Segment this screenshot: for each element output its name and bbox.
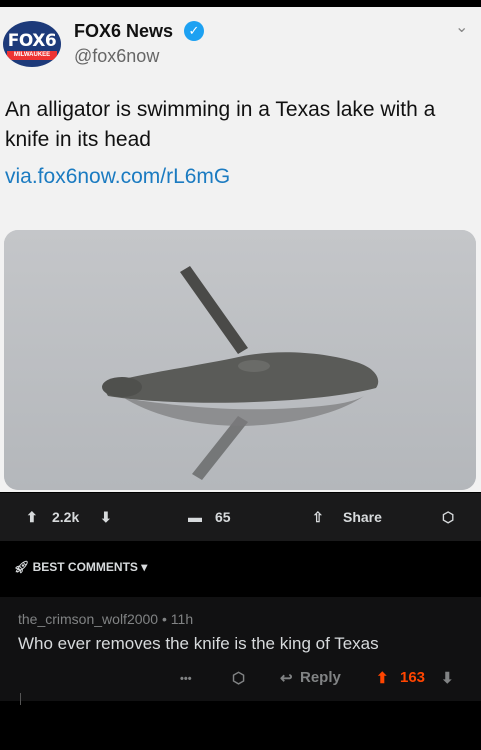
comment-icon[interactable]: ▬ [188, 493, 202, 541]
comment-text: Who ever removes the knife is the king o… [18, 634, 379, 653]
verified-icon: ✓ [184, 21, 204, 41]
meta-separator: • [161, 611, 171, 627]
alligator-photo[interactable] [4, 230, 476, 490]
account-name[interactable]: FOX6 News [74, 21, 173, 42]
account-handle[interactable]: @fox6now [74, 46, 159, 67]
tweet-text: An alligator is swimming in a Texas lake… [5, 98, 436, 151]
logo-subtext: MILWAUKEE [7, 51, 57, 60]
comment-score: 163 [400, 669, 426, 686]
downvote-icon[interactable]: ⬇ [100, 493, 112, 541]
fox6-logo[interactable]: FOX6 MILWAUKEE [3, 21, 61, 67]
share-button[interactable]: Share [343, 493, 382, 541]
thread-line [20, 693, 21, 705]
reply-icon[interactable]: ↩ [280, 669, 293, 687]
chevron-down-icon[interactable]: ⌄ [455, 17, 468, 37]
reply-button[interactable]: Reply [300, 669, 341, 686]
sort-label: BEST COMMENTS [32, 560, 138, 574]
upvote-icon[interactable]: ⬆ [376, 669, 389, 687]
comment-age: 11h [170, 611, 194, 627]
caret-down-icon: ▾ [141, 560, 148, 574]
comment-author[interactable]: the_crimson_wolf2000 [18, 611, 158, 627]
logo-text: FOX6 [7, 31, 57, 51]
comment: the_crimson_wolf2000 • 11h Who ever remo… [0, 597, 481, 701]
comment-count: 65 [215, 509, 231, 525]
comment-meta: the_crimson_wolf2000 • 11h [18, 611, 193, 627]
comment-actions: ••• ⬡ ↩ Reply ⬆ 163 ⬇ [0, 665, 481, 693]
more-options-icon[interactable]: ••• [180, 673, 192, 685]
award-icon[interactable]: ⬡ [442, 493, 454, 541]
award-icon[interactable]: ⬡ [232, 669, 245, 687]
downvote-icon[interactable]: ⬇ [441, 669, 454, 687]
upvote-icon[interactable]: ⬆ [26, 493, 38, 541]
sort-dropdown[interactable]: 🚀︎ BEST COMMENTS ▾ [14, 560, 147, 574]
tweet-link[interactable]: via.fox6now.com/rL6mG [5, 165, 230, 189]
tweet-card: FOX6 MILWAUKEE FOX6 News ✓ @fox6now ⌄ An… [0, 7, 481, 492]
post-action-bar: ⬆ 2.2k ⬇ ▬ 65 ⇧ Share ⬡ [0, 493, 481, 541]
rocket-icon: 🚀︎ [14, 560, 30, 574]
vote-count: 2.2k [52, 509, 80, 525]
comment-sort-bar[interactable]: 🚀︎ BEST COMMENTS ▾ [0, 551, 481, 589]
share-icon[interactable]: ⇧ [312, 493, 324, 541]
